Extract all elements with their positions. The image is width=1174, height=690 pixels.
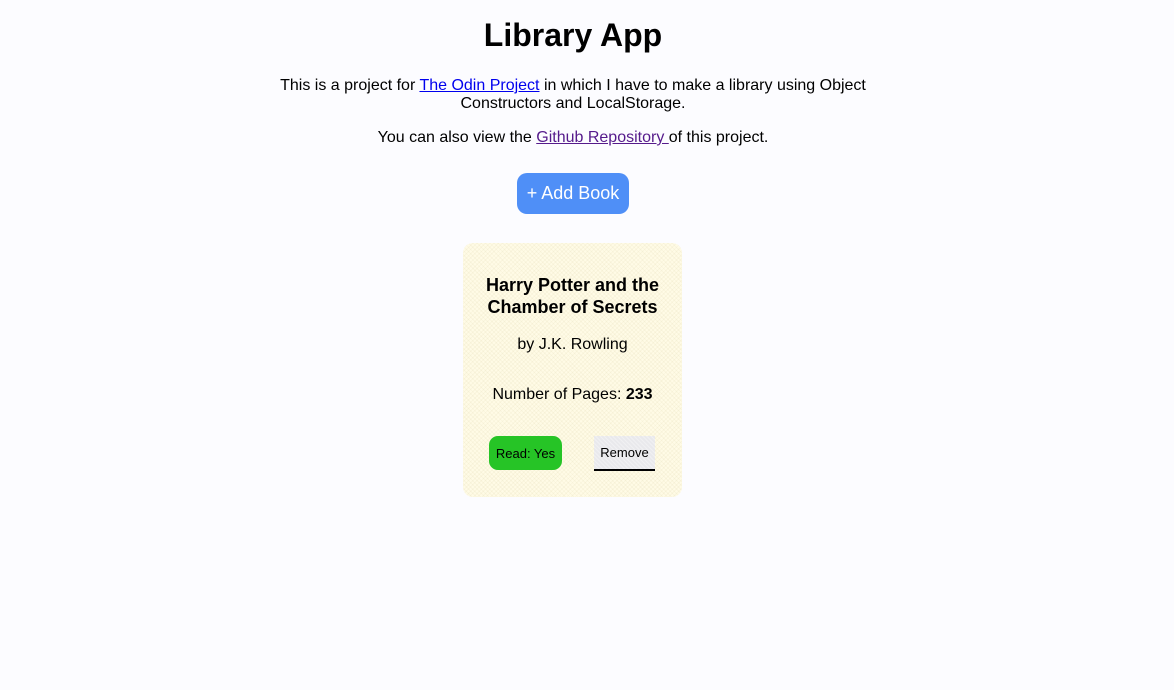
book-title: Harry Potter and the Chamber of Secrets <box>485 275 660 317</box>
intro-paragraph: This is a project for The Odin Project i… <box>273 77 873 113</box>
page-title: Library App <box>483 17 663 53</box>
odin-project-link[interactable]: The Odin Project <box>419 77 539 94</box>
book-author: by J.K. Rowling <box>517 336 628 353</box>
book-pages: Number of Pages: 233 <box>463 386 682 404</box>
repo-paragraph: You can also view the Github Repository … <box>0 129 1146 147</box>
read-toggle-button[interactable]: Read: Yes <box>489 436 562 470</box>
book-card: Harry Potter and the Chamber of Secrets … <box>463 243 682 497</box>
library-page: Library App This is a project for The Od… <box>0 0 1174 690</box>
book-pages-label: Number of Pages: <box>492 386 626 403</box>
github-repository-link[interactable]: Github Repository <box>536 129 669 146</box>
remove-book-button[interactable]: Remove <box>594 436 655 471</box>
book-pages-value: 233 <box>625 386 653 403</box>
add-book-button[interactable]: + Add Book <box>517 173 629 214</box>
intro-text-before: This is a project for <box>280 77 420 94</box>
repo-text-before: You can also view the <box>377 129 537 146</box>
repo-text-after: of this project. <box>668 129 769 146</box>
